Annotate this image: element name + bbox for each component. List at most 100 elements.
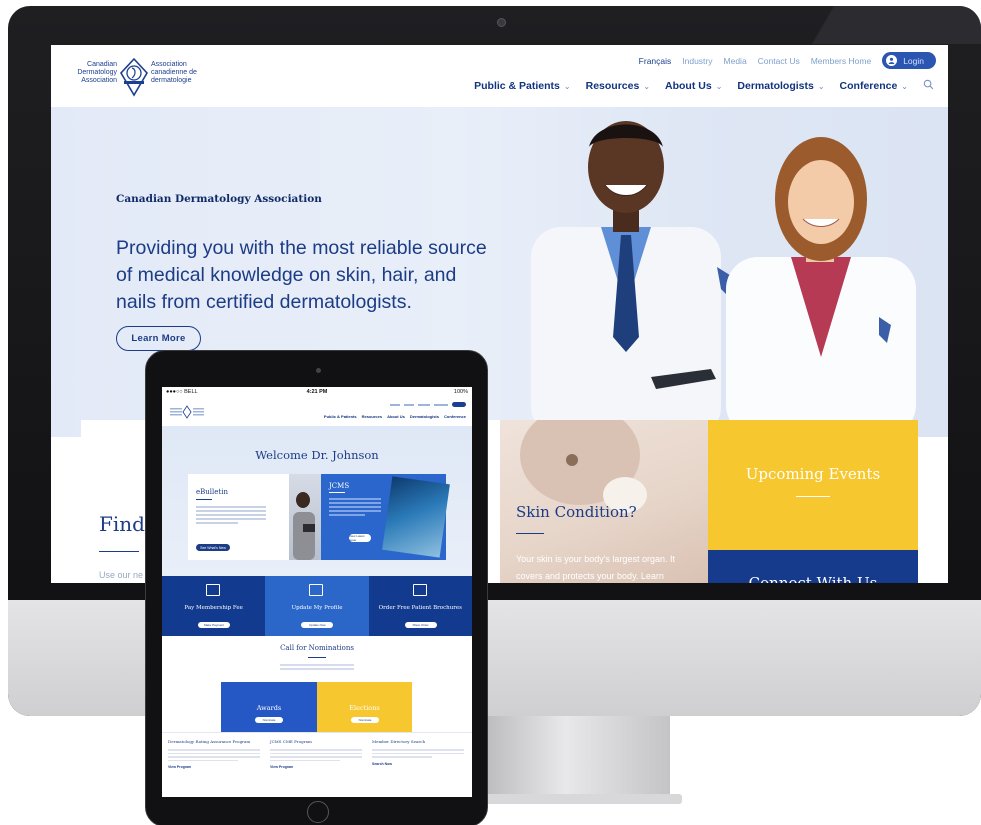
program-text: [270, 749, 370, 761]
cda-emblem-icon: [120, 57, 148, 97]
brochure-icon: [412, 584, 427, 596]
util-link-industry[interactable]: Industry: [682, 56, 712, 66]
nav-item-about-us[interactable]: About Us ⌄: [665, 80, 722, 92]
util-link[interactable]: [404, 403, 414, 406]
search-now-link[interactable]: Search Now: [372, 762, 472, 766]
elections-tile[interactable]: Elections Nominate: [317, 682, 412, 732]
ios-status-bar: ●●●○○ BELL 4:21 PM 100%: [162, 387, 472, 398]
battery: 100%: [453, 389, 468, 395]
chevron-down-icon: ⌄: [643, 82, 651, 91]
order-brochures-tile[interactable]: Order Free Patient Brochures Place Order: [368, 576, 472, 636]
skin-condition-tile[interactable]: Skin Condition? Your skin is your body's…: [500, 420, 708, 583]
divider: [196, 499, 212, 500]
login-button[interactable]: Login: [882, 52, 936, 69]
nav-label: Dermatologists: [737, 80, 814, 92]
learn-more-button[interactable]: Learn More: [116, 326, 201, 351]
program-title: JCMS CME Program: [270, 739, 312, 744]
nav-item-public-patients[interactable]: Public & Patients: [324, 414, 357, 419]
home-button: [307, 801, 329, 823]
util-link[interactable]: [418, 403, 430, 406]
divider: [796, 496, 830, 497]
programs-section: Dermatology Rating Assurance Program Vie…: [162, 732, 472, 797]
view-program-link[interactable]: View Program: [270, 765, 370, 769]
main-nav: Public & Patients ⌄ Resources ⌄ About Us ⌄ …: [474, 79, 934, 93]
status-time: 4:21 PM: [306, 389, 328, 395]
nav-item-dermatologists[interactable]: Dermatologists ⌄: [737, 80, 824, 92]
member-actions: Pay Membership Fee Make Payment Update M…: [162, 576, 472, 636]
login-button[interactable]: [452, 402, 466, 407]
util-link[interactable]: [390, 403, 400, 406]
camera-icon: [316, 368, 321, 373]
program-card[interactable]: Dermatology Rating Assurance Program Vie…: [168, 739, 268, 769]
util-link[interactable]: [434, 403, 448, 406]
logo-line: Canadian: [87, 61, 117, 68]
awards-tile[interactable]: Awards Nominate: [221, 682, 317, 732]
chevron-down-icon: ⌄: [901, 82, 908, 91]
nav-item-resources[interactable]: Resources ⌄: [586, 80, 650, 92]
nav-label: Public & Patients: [474, 80, 560, 92]
nav-item-resources[interactable]: Resources: [362, 414, 382, 419]
logo-line: Association: [81, 77, 117, 84]
util-link-francais[interactable]: Français: [639, 56, 672, 66]
imac-stand-base: [468, 794, 682, 804]
nominations-title: Call for Nominations: [280, 644, 354, 652]
logo-line: Association: [151, 61, 187, 68]
divider: [308, 657, 326, 658]
util-link-contact[interactable]: Contact Us: [758, 56, 800, 66]
nominate-elections-button[interactable]: Nominate: [351, 717, 379, 723]
ipad-frame: ●●●○○ BELL 4:21 PM 100% Public & Patient…: [145, 350, 488, 825]
place-order-button[interactable]: Place Order: [404, 622, 437, 628]
program-card[interactable]: Member Directory Search Search Now: [372, 739, 472, 766]
reader-photo: [289, 474, 321, 560]
welcome-section: Welcome Dr. Johnson eBulletin See What's…: [162, 426, 472, 576]
welcome-title: Welcome Dr. Johnson: [255, 448, 379, 462]
payment-icon: [206, 584, 220, 596]
nav-item-public-patients[interactable]: Public & Patients ⌄: [474, 80, 570, 92]
nav-item-about-us[interactable]: About Us: [387, 414, 405, 419]
program-card[interactable]: JCMS CME Program View Program: [270, 739, 370, 769]
upcoming-events-title: Upcoming Events: [745, 465, 881, 483]
nav-item-conference[interactable]: Conference: [444, 414, 466, 419]
ebulletin-card[interactable]: eBulletin See What's New: [188, 474, 289, 560]
connect-title: Connect With Us: [748, 574, 878, 583]
chevron-down-icon: ⌄: [817, 82, 825, 91]
jcms-button[interactable]: View Latest Issue: [349, 534, 371, 542]
nav-item-dermatologists[interactable]: Dermatologists: [410, 414, 439, 419]
nav-label: About Us: [665, 80, 712, 92]
update-now-button[interactable]: Update Now: [301, 622, 334, 628]
hero-eyebrow: Canadian Dermatology Association: [116, 193, 322, 205]
nav-item-conference[interactable]: Conference ⌄: [840, 80, 908, 92]
pay-membership-tile[interactable]: Pay Membership Fee Make Payment: [162, 576, 266, 636]
cda-logo[interactable]: [168, 405, 206, 419]
awards-label: Awards: [256, 704, 282, 712]
update-profile-tile[interactable]: Update My Profile Update Now: [265, 576, 369, 636]
divider: [516, 533, 544, 534]
action-label: Pay Membership Fee: [184, 605, 243, 611]
journal-cover-image: [382, 476, 450, 558]
program-title: Dermatology Rating Assurance Program: [168, 739, 251, 744]
skin-condition-text: Your skin is your body's largest organ. …: [516, 554, 675, 581]
jcms-card[interactable]: JCMS View Latest Issue: [321, 474, 450, 560]
site-header: Canadian Dermatology Association Associa…: [51, 45, 948, 107]
util-link-media[interactable]: Media: [724, 56, 747, 66]
find-text: Use our ne: [99, 570, 144, 580]
cda-logo[interactable]: Canadian Dermatology Association Associa…: [73, 57, 203, 97]
make-payment-button[interactable]: Make Payment: [198, 622, 230, 628]
search-icon[interactable]: [923, 79, 934, 93]
login-label: Login: [903, 55, 924, 66]
logo-line: Dermatology: [77, 69, 117, 76]
chevron-down-icon: ⌄: [715, 82, 723, 91]
nominations-text: [280, 664, 354, 672]
util-link-members-home[interactable]: Members Home: [811, 56, 871, 66]
chevron-down-icon: ⌄: [563, 82, 571, 91]
upcoming-events-tile[interactable]: Upcoming Events: [708, 420, 918, 550]
ebulletin-button[interactable]: See What's New: [196, 544, 230, 551]
action-label: Update My Profile: [291, 605, 343, 611]
elections-label: Elections: [349, 704, 380, 712]
view-program-link[interactable]: View Program: [168, 765, 268, 769]
imac-glare: [760, 6, 981, 44]
ebulletin-text: [196, 506, 266, 526]
nominate-awards-button[interactable]: Nominate: [255, 717, 283, 723]
divider: [329, 492, 345, 493]
connect-with-us-tile[interactable]: Connect With Us: [708, 550, 918, 583]
